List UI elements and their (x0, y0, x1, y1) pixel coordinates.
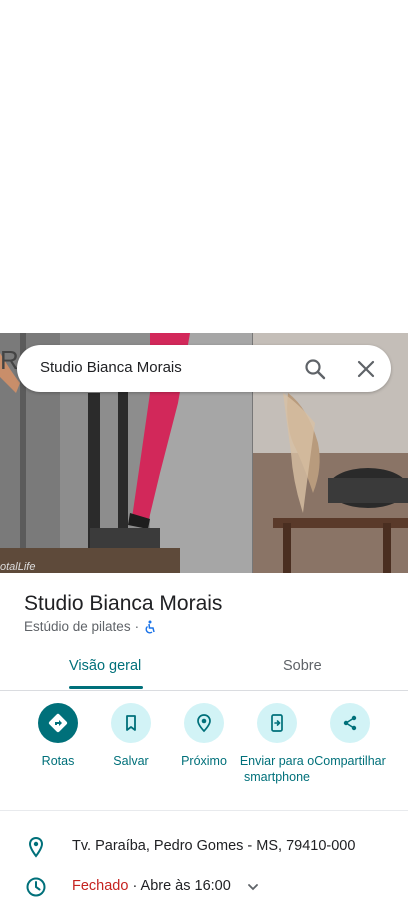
share-button[interactable]: Compartilhar (310, 703, 390, 769)
close-icon[interactable] (355, 358, 377, 380)
address-row[interactable]: Tv. Paraíba, Pedro Gomes - MS, 79410-000 (0, 834, 408, 864)
directions-label: Rotas (41, 754, 75, 768)
tab-active-indicator (69, 686, 143, 689)
place-title: Studio Bianca Morais (24, 592, 223, 615)
directions-icon (38, 703, 78, 743)
clock-icon (24, 875, 48, 899)
wheelchair-accessible-icon (143, 620, 157, 634)
photo-watermark-bottom: otalLife (0, 561, 36, 573)
location-pin-icon (24, 835, 48, 859)
tab-overview[interactable]: Visão geral (69, 658, 141, 674)
hours-text: Fechado · Abre às 16:00 (72, 878, 231, 894)
address-text: Tv. Paraíba, Pedro Gomes - MS, 79410-000 (72, 838, 356, 854)
save-label: Salvar (113, 754, 149, 768)
hours-status: Fechado (72, 878, 129, 894)
place-category: Estúdio de pilates (24, 619, 131, 634)
send-to-phone-button[interactable]: Enviar para o smartphone (237, 703, 317, 785)
chevron-down-icon[interactable] (246, 880, 260, 894)
share-label: Compartilhar (314, 754, 386, 768)
hours-detail: · Abre às 16:00 (132, 878, 231, 894)
search-input[interactable]: Studio Bianca Morais (40, 359, 182, 376)
hours-row[interactable]: Fechado · Abre às 16:00 (0, 874, 408, 904)
tab-bar: Visão geral Sobre (0, 644, 408, 691)
search-bar[interactable]: Studio Bianca Morais (17, 345, 391, 392)
map-area[interactable] (0, 0, 408, 333)
place-screen: R otalLife Studio Bianca Morais Studio B… (0, 0, 408, 906)
place-subtitle: Estúdio de pilates · (24, 619, 157, 634)
photo-watermark-left: R (0, 345, 19, 375)
nearby-label: Próximo (181, 754, 227, 768)
nearby-icon (184, 703, 224, 743)
nearby-button[interactable]: Próximo (164, 703, 244, 769)
tab-about[interactable]: Sobre (283, 658, 322, 674)
save-button[interactable]: Salvar (91, 703, 171, 769)
send-to-phone-icon (257, 703, 297, 743)
bookmark-icon (111, 703, 151, 743)
action-bar: Rotas Salvar Próximo Enviar para o smart… (0, 703, 408, 811)
directions-button[interactable]: Rotas (18, 703, 98, 769)
share-icon (330, 703, 370, 743)
send-to-phone-label: Enviar para o smartphone (239, 754, 315, 784)
separator-dot: · (134, 619, 140, 634)
search-icon[interactable] (303, 357, 327, 381)
